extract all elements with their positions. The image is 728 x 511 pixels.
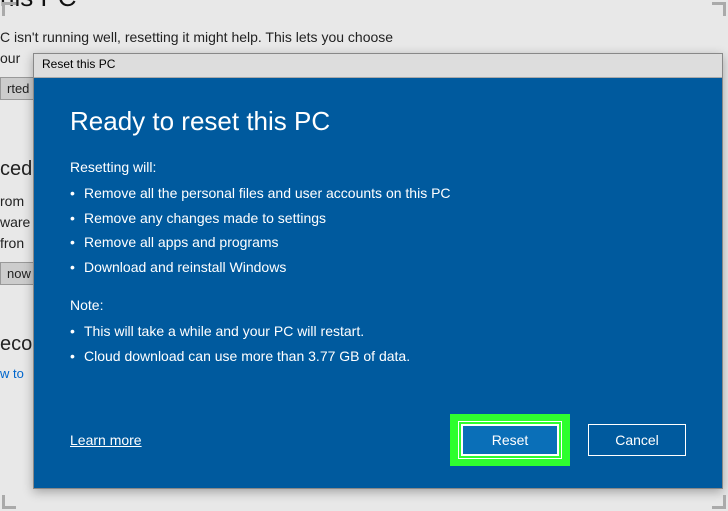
note-list: This will take a while and your PC will … [70, 319, 686, 368]
list-item: Remove any changes made to settings [70, 206, 686, 231]
cancel-button[interactable]: Cancel [588, 424, 686, 456]
reset-pc-dialog: Reset this PC Ready to reset this PC Res… [33, 53, 723, 489]
reset-button[interactable]: Reset [461, 424, 559, 456]
resetting-label: Resetting will: [70, 159, 686, 175]
crop-corner-icon [2, 495, 16, 509]
button-group: Reset Cancel [450, 414, 686, 466]
dialog-body: Ready to reset this PC Resetting will: R… [34, 78, 722, 488]
dialog-footer: Learn more Reset Cancel [70, 414, 686, 466]
dialog-heading: Ready to reset this PC [70, 106, 686, 137]
bg-intro-1: C isn't running well, resetting it might… [0, 27, 728, 48]
dialog-content: Resetting will: Remove all the personal … [70, 159, 686, 404]
list-item: Cloud download can use more than 3.77 GB… [70, 344, 686, 369]
resetting-list: Remove all the personal files and user a… [70, 181, 686, 279]
dialog-titlebar: Reset this PC [34, 54, 722, 78]
crop-corner-icon [712, 495, 726, 509]
list-item: Download and reinstall Windows [70, 255, 686, 280]
list-item: Remove all apps and programs [70, 230, 686, 255]
list-item: Remove all the personal files and user a… [70, 181, 686, 206]
crop-corner-icon [2, 2, 16, 16]
list-item: This will take a while and your PC will … [70, 319, 686, 344]
highlight-annotation: Reset [450, 414, 570, 466]
learn-more-link[interactable]: Learn more [70, 432, 142, 448]
note-label: Note: [70, 297, 686, 313]
bg-title: his PC [0, 0, 728, 13]
crop-corner-icon [712, 2, 726, 16]
bg-get-started-button[interactable]: rted [0, 77, 36, 100]
